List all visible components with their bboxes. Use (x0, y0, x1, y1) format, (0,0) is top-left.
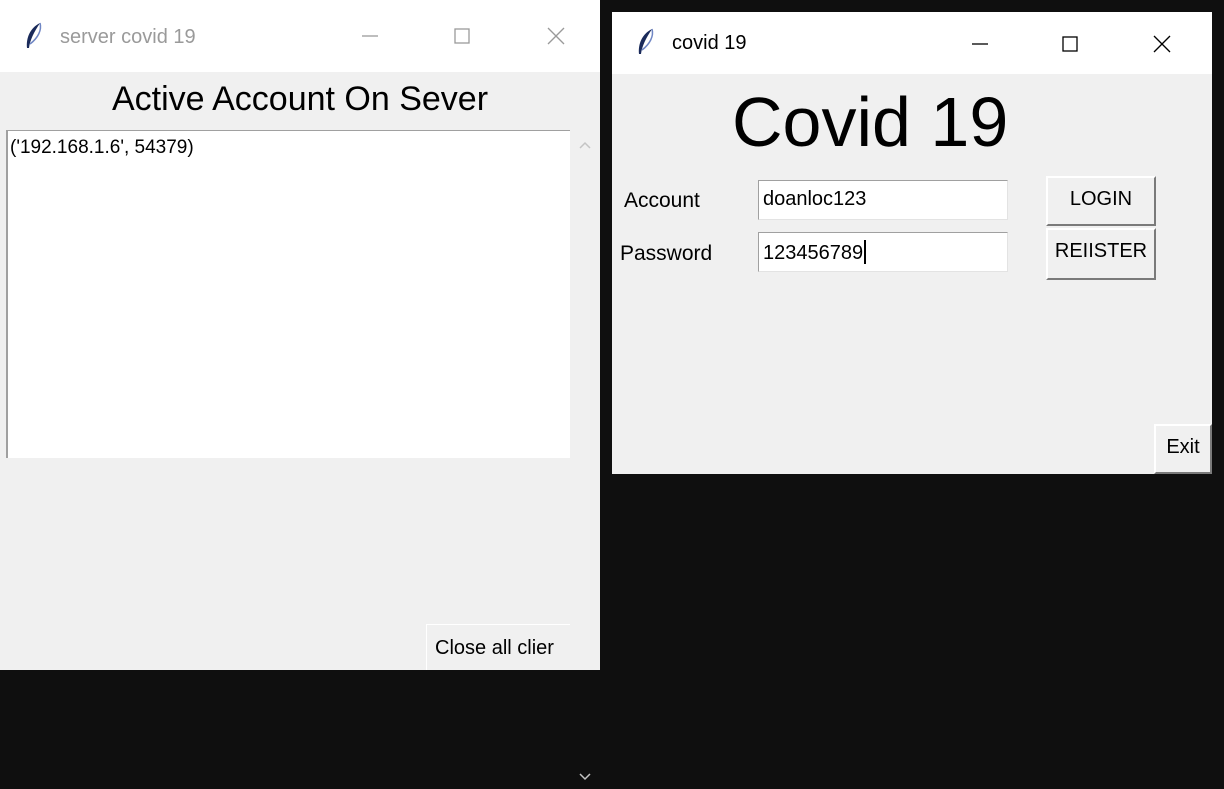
feather-icon (636, 28, 656, 56)
login-button[interactable]: LOGIN (1046, 176, 1156, 226)
active-accounts-list[interactable]: ('192.168.1.6', 54379) (6, 130, 570, 458)
password-input-value: 123456789 (763, 242, 864, 264)
client-window: covid 19 Covid 19 Account doanloc123 Pas… (612, 12, 1212, 474)
register-button[interactable]: REIISTER (1046, 228, 1156, 280)
account-input-value: doanloc123 (763, 188, 867, 210)
minimize-icon[interactable] (356, 22, 384, 50)
password-label: Password (620, 242, 713, 265)
client-window-title: covid 19 (672, 32, 747, 54)
chevron-up-icon[interactable] (578, 138, 592, 152)
minimize-icon[interactable] (966, 30, 994, 58)
close-all-clients-button[interactable]: Close all clier (426, 624, 570, 670)
exit-button[interactable]: Exit (1154, 424, 1212, 474)
password-input[interactable]: 123456789 (758, 232, 1008, 272)
close-icon[interactable] (1148, 30, 1176, 58)
server-heading: Active Account On Sever (111, 80, 489, 118)
maximize-icon[interactable] (1056, 30, 1084, 58)
client-heading: Covid 19 (732, 83, 1009, 161)
feather-icon (24, 22, 44, 50)
server-window: server covid 19 Active Account On Sever … (0, 0, 600, 781)
chevron-down-icon[interactable] (578, 770, 592, 784)
close-icon[interactable] (542, 22, 570, 50)
client-titlebar[interactable]: covid 19 (612, 12, 1212, 74)
account-input[interactable]: doanloc123 (758, 180, 1008, 220)
text-caret (864, 240, 867, 264)
list-item[interactable]: ('192.168.1.6', 54379) (10, 137, 570, 159)
server-window-title: server covid 19 (60, 26, 196, 48)
vertical-scrollbar[interactable] (570, 130, 600, 781)
maximize-icon[interactable] (448, 22, 476, 50)
server-titlebar[interactable]: server covid 19 (0, 0, 600, 72)
account-label: Account (624, 189, 700, 212)
